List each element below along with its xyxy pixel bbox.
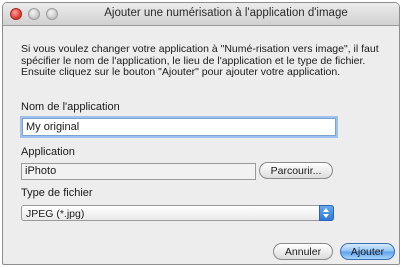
chevron-down-icon <box>323 214 329 218</box>
select-arrows-icon <box>319 205 334 221</box>
add-button[interactable]: Ajouter <box>340 243 395 260</box>
instructions-text: Si vous voulez changer votre application… <box>21 43 379 78</box>
minimize-window-button[interactable] <box>28 8 40 20</box>
file-type-selected-value: JPEG (*.jpg) <box>26 208 85 220</box>
title-bar[interactable]: Ajouter une numérisation à l'application… <box>3 3 399 26</box>
dialog-window: Ajouter une numérisation à l'application… <box>2 2 400 265</box>
file-type-label: Type de fichier <box>21 187 93 199</box>
cancel-button[interactable]: Annuler <box>273 243 333 260</box>
close-window-button[interactable] <box>10 8 22 20</box>
app-name-label: Nom de l'application <box>21 101 120 113</box>
file-type-select[interactable]: JPEG (*.jpg) <box>21 205 334 221</box>
browse-button[interactable]: Parcourir... <box>259 162 333 179</box>
chevron-up-icon <box>323 208 329 212</box>
app-name-input[interactable]: My original <box>22 118 336 136</box>
window-title: Ajouter une numérisation à l'application… <box>104 7 348 19</box>
zoom-window-button[interactable] <box>46 8 58 20</box>
application-label: Application <box>21 146 75 158</box>
application-path-field: iPhoto <box>21 163 256 180</box>
